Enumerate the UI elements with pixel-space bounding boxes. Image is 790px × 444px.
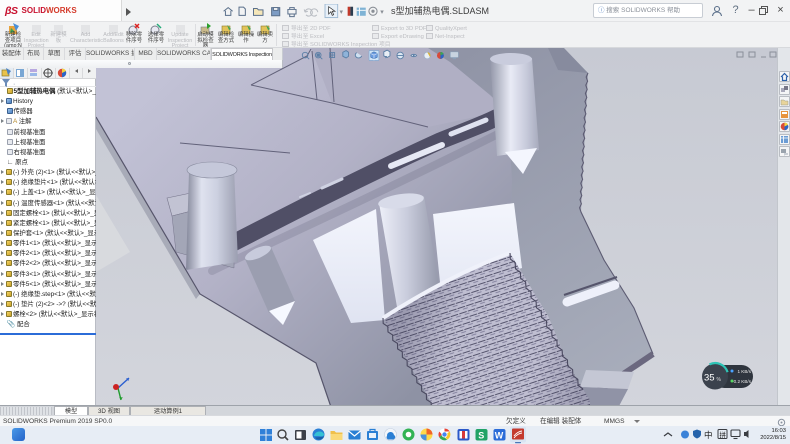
svg-text:拼: 拼	[720, 430, 727, 439]
svg-text:0.2 KB/s: 0.2 KB/s	[734, 379, 752, 384]
svg-text:S: S	[478, 431, 484, 441]
svg-text:1 KB/s: 1 KB/s	[737, 369, 751, 374]
svg-text:%: %	[717, 377, 722, 383]
svg-text:35: 35	[704, 373, 715, 384]
svg-text:W: W	[495, 431, 504, 441]
svg-text:中: 中	[704, 430, 713, 440]
